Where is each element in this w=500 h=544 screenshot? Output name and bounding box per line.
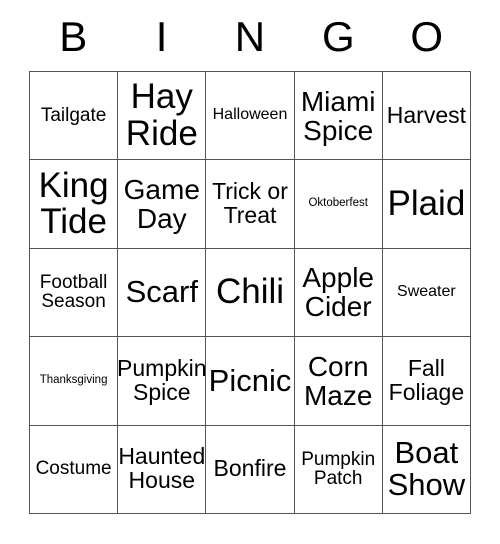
bingo-cell-label: Sweater [397, 283, 456, 301]
bingo-header-letter-o: O [410, 13, 444, 60]
bingo-cell[interactable]: Halloween [206, 72, 295, 161]
bingo-cell-label: Costume [35, 458, 112, 480]
bingo-cell[interactable]: Pumpkin Patch [294, 425, 383, 514]
bingo-cell[interactable]: Apple Cider [294, 248, 383, 338]
bingo-cell-label: Thanksgiving [39, 373, 108, 386]
bingo-cell[interactable]: Oktoberfest [294, 160, 383, 249]
bingo-cell[interactable]: Game Day [118, 160, 207, 249]
bingo-cell[interactable]: Haunted House [118, 425, 207, 514]
bingo-cell-label: Harvest [386, 101, 467, 128]
bingo-cell-label: Oktoberfest [308, 197, 368, 210]
bingo-cell[interactable]: Thanksgiving [30, 337, 119, 426]
bingo-cell-label: Boat Show [387, 435, 466, 503]
bingo-cell[interactable]: Football Season [30, 248, 119, 338]
bingo-cell-label: Picnic [208, 362, 292, 398]
bingo-cell[interactable]: King Tide [30, 160, 119, 249]
bingo-cell-label: Corn Maze [303, 350, 373, 411]
bingo-cell-label: Pumpkin Spice [118, 354, 207, 405]
bingo-cell-label: Plaid [387, 183, 466, 223]
bingo-cell-label: King Tide [38, 165, 109, 242]
bingo-cell-label: Halloween [212, 106, 288, 124]
bingo-cell[interactable]: Chili [206, 248, 295, 338]
bingo-cell[interactable]: Trick or Treat [206, 160, 295, 249]
bingo-cell[interactable]: Corn Maze [294, 337, 383, 426]
bingo-cell[interactable]: Sweater [382, 248, 471, 338]
bingo-cell[interactable]: Miami Spice [294, 72, 383, 161]
bingo-header-letter-b: B [59, 13, 88, 60]
bingo-cell-label: Miami Spice [300, 85, 376, 146]
bingo-grid: Tailgate Hay Ride Halloween Miami Spice Harv… [29, 71, 471, 514]
bingo-cell[interactable]: Bonfire [206, 425, 295, 514]
bingo-cell[interactable]: Scarf [118, 248, 207, 338]
bingo-cell-label: Bonfire [213, 455, 287, 482]
bingo-header-letter-n: N [234, 13, 266, 60]
bingo-card: B I N G O Tailgate Hay Ride Halloween Miami Spi… [0, 0, 500, 544]
bingo-cell-label: Hay Ride [125, 77, 198, 153]
bingo-cell[interactable]: Plaid [382, 160, 471, 249]
bingo-cell-label: Apple Cider [302, 262, 374, 323]
bingo-cell[interactable]: Boat Show [382, 425, 471, 514]
bingo-cell[interactable]: Picnic [206, 337, 295, 426]
bingo-cell-label: Scarf [125, 274, 198, 310]
bingo-cell-label: Game Day [123, 173, 200, 235]
bingo-cell[interactable]: Tailgate [30, 72, 119, 161]
bingo-cell-label: Chili [215, 272, 285, 312]
bingo-header-row: BINGO [29, 8, 471, 66]
bingo-header-letter-i: I [155, 13, 168, 60]
bingo-cell[interactable]: Harvest [382, 72, 471, 161]
bingo-cell[interactable]: Hay Ride [118, 72, 207, 161]
bingo-cell-label: Tailgate [40, 104, 107, 126]
bingo-cell-label: Haunted House [118, 443, 206, 494]
bingo-cell[interactable]: Pumpkin Spice [118, 337, 207, 426]
bingo-cell[interactable]: Fall Foliage [382, 337, 471, 426]
bingo-cell-label: Football Season [39, 271, 108, 313]
bingo-cell-label: Pumpkin Patch [301, 448, 376, 490]
bingo-header-letter-g: G [322, 13, 355, 60]
bingo-cell-label: Fall Foliage [388, 354, 465, 405]
bingo-cell-label: Trick or Treat [212, 178, 288, 229]
bingo-cell[interactable]: Costume [30, 425, 119, 514]
